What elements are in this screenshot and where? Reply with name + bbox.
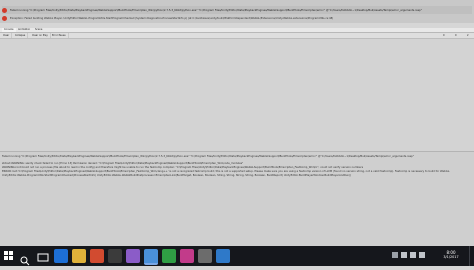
- search-icon[interactable]: [20, 251, 30, 266]
- detail-line: ERROR:root:'C:\Program Files\Unity\Edito…: [2, 170, 450, 173]
- error-count: 2: [467, 34, 469, 37]
- error-icon: [2, 7, 7, 13]
- visual-studio-icon[interactable]: [126, 249, 140, 263]
- detail-line: Failed running "C:/Program Files/Unity/E…: [2, 155, 414, 158]
- app-icon-magenta[interactable]: [180, 249, 194, 263]
- windows-taskbar: 8:00 3/1/2017: [0, 246, 474, 266]
- tray-up-arrow-icon[interactable]: [392, 252, 398, 258]
- info-icon[interactable]: [438, 34, 442, 49]
- log-row-text: Exception: Failed building WebGL Player.…: [10, 17, 334, 20]
- log-row-text: Failed running "C:/Program Files/Unity/E…: [10, 8, 422, 12]
- tab-scene[interactable]: Scene: [33, 28, 44, 32]
- app-icon-green[interactable]: [162, 249, 176, 263]
- error-icon: [2, 16, 7, 21]
- file-explorer-icon[interactable]: [72, 249, 86, 263]
- chrome-icon[interactable]: [144, 249, 158, 265]
- show-desktop-button[interactable]: [469, 246, 474, 266]
- app-icon-blue[interactable]: [216, 249, 230, 263]
- network-icon[interactable]: [401, 252, 407, 258]
- log-list-area[interactable]: [0, 39, 474, 151]
- detail-line: WARNING:root:Could not run a process (fi…: [2, 166, 364, 169]
- clear-on-play-button[interactable]: Clear on Play: [30, 33, 51, 38]
- tab-animation[interactable]: Animation: [16, 28, 32, 32]
- warning-count: 0: [455, 34, 457, 37]
- windows-start-icon[interactable]: [4, 251, 14, 261]
- log-row-error-2[interactable]: Exception: Failed building WebGL Player.…: [2, 15, 472, 22]
- info-count: 0: [443, 34, 445, 37]
- clear-button[interactable]: Clear: [1, 33, 13, 38]
- app-icon-orange[interactable]: [90, 249, 104, 263]
- unity-icon[interactable]: [108, 249, 122, 263]
- log-details-panel[interactable]: Failed running "C:/Program Files/Unity/E…: [0, 151, 474, 247]
- detail-line: UnityEditor.WebGL.ProgramUtils:StartProg…: [2, 174, 352, 177]
- error-pause-button[interactable]: Error Pause: [50, 33, 69, 38]
- detail-line: stdout:WARNING: sanity check failed to r…: [2, 162, 244, 165]
- collapse-button[interactable]: Collapse: [13, 33, 29, 38]
- warning-icon[interactable]: [450, 34, 454, 49]
- task-view-icon[interactable]: [36, 249, 50, 263]
- edge-icon[interactable]: [54, 249, 68, 263]
- clock-date: 3/1/2017: [443, 255, 459, 259]
- taskbar-clock[interactable]: 8:00 3/1/2017: [438, 250, 464, 259]
- volume-icon[interactable]: [410, 252, 416, 258]
- error-filter-icon[interactable]: [462, 34, 466, 49]
- tab-console[interactable]: Console: [2, 28, 16, 32]
- app-icon-grey[interactable]: [198, 249, 212, 263]
- log-row-error-1[interactable]: Failed running "C:/Program Files/Unity/E…: [2, 6, 472, 14]
- keyboard-icon[interactable]: [419, 252, 425, 258]
